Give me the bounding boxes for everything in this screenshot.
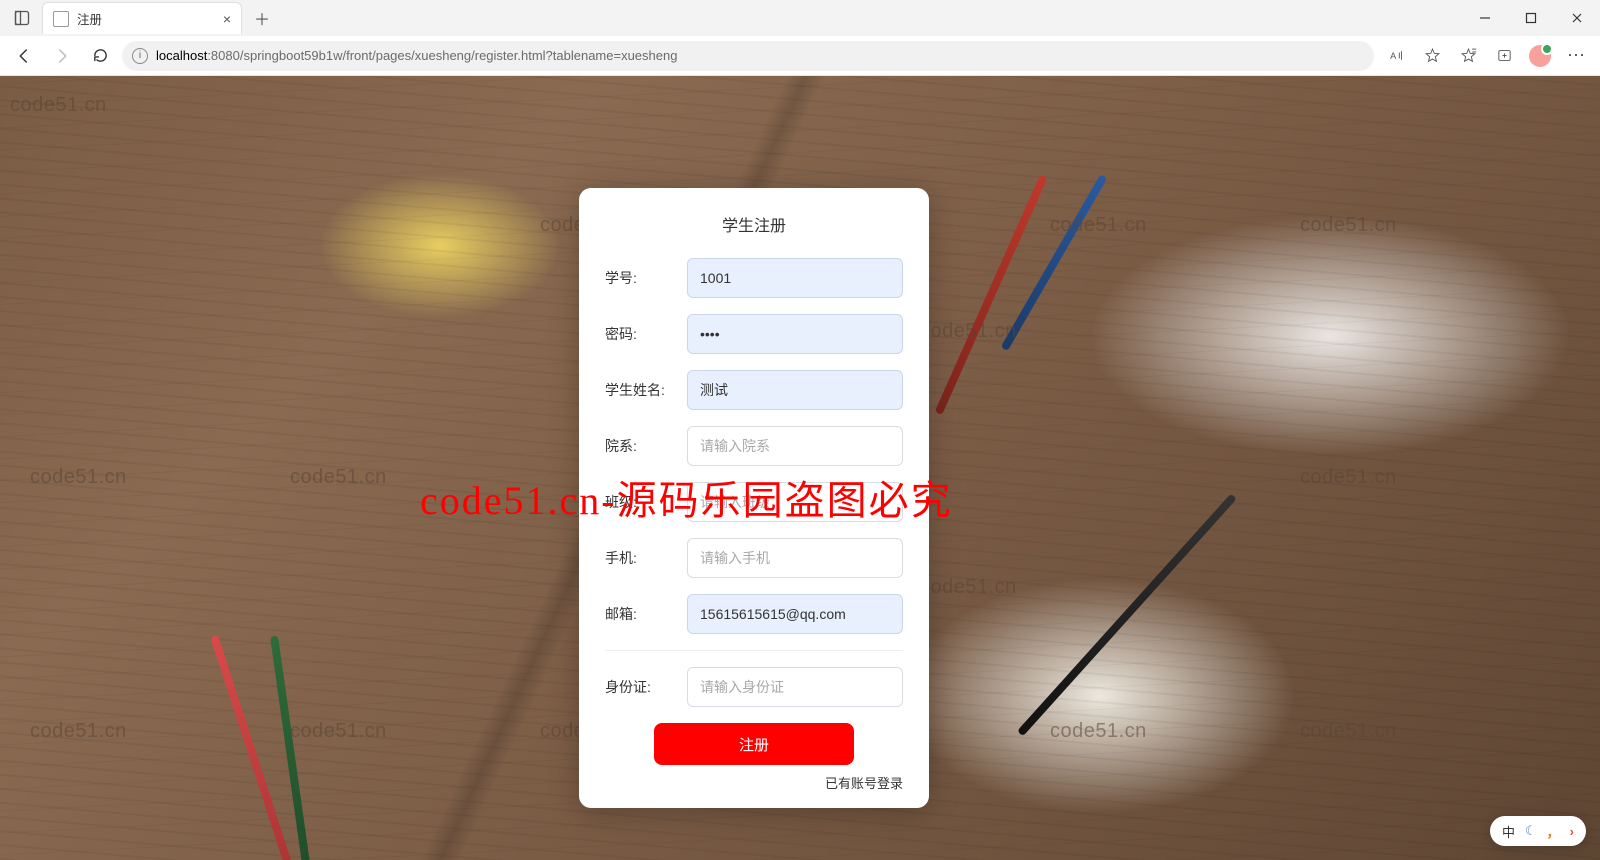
divider <box>605 650 903 651</box>
page-icon <box>53 11 69 27</box>
email-input[interactable] <box>687 594 903 634</box>
id-card-input[interactable] <box>687 667 903 707</box>
arrow-icon: › <box>1570 824 1574 839</box>
ime-lang: 中 <box>1502 822 1515 841</box>
comma-icon: ， <box>1547 822 1560 841</box>
student-id-label: 学号: <box>605 268 675 288</box>
window-controls <box>1462 0 1600 36</box>
close-window-button[interactable] <box>1554 0 1600 36</box>
register-button[interactable]: 注册 <box>654 723 854 765</box>
favorites-icon[interactable] <box>1452 40 1484 72</box>
browser-tab[interactable]: 注册 × <box>42 2 242 34</box>
address-bar: i localhost:8080/springboot59b1w/front/p… <box>0 36 1600 76</box>
back-button[interactable] <box>8 40 40 72</box>
student-id-input[interactable] <box>687 258 903 298</box>
collections-icon[interactable] <box>1488 40 1520 72</box>
large-watermark: code51.cn-源码乐园盗图必究 <box>420 468 953 526</box>
read-aloud-icon[interactable]: A <box>1380 40 1412 72</box>
more-icon[interactable]: ⋯ <box>1560 40 1592 72</box>
url-input[interactable]: i localhost:8080/springboot59b1w/front/p… <box>122 41 1374 71</box>
student-name-label: 学生姓名: <box>605 380 675 400</box>
phone-label: 手机: <box>605 548 675 568</box>
login-link[interactable]: 已有账号登录 <box>605 773 903 792</box>
refresh-button[interactable] <box>84 40 116 72</box>
email-label: 邮箱: <box>605 604 675 624</box>
close-tab-icon[interactable]: × <box>223 11 231 27</box>
card-title: 学生注册 <box>605 212 903 236</box>
page-viewport: code51.cn code51.cn code51.cn code51.cn … <box>0 76 1600 860</box>
url-text: localhost:8080/springboot59b1w/front/pag… <box>156 48 677 63</box>
password-label: 密码: <box>605 324 675 344</box>
browser-titlebar: 注册 × ＋ <box>0 0 1600 36</box>
tab-actions-icon[interactable] <box>8 4 36 32</box>
profile-avatar[interactable] <box>1524 40 1556 72</box>
moon-icon: ☾ <box>1525 823 1537 839</box>
minimize-button[interactable] <box>1462 0 1508 36</box>
tab-title: 注册 <box>77 9 102 28</box>
phone-input[interactable] <box>687 538 903 578</box>
department-label: 院系: <box>605 436 675 456</box>
new-tab-button[interactable]: ＋ <box>248 4 276 32</box>
ime-indicator[interactable]: 中 ☾ ， › <box>1490 816 1586 846</box>
id-card-label: 身份证: <box>605 677 675 697</box>
forward-button[interactable] <box>46 40 78 72</box>
password-input[interactable] <box>687 314 903 354</box>
maximize-button[interactable] <box>1508 0 1554 36</box>
star-icon[interactable] <box>1416 40 1448 72</box>
student-name-input[interactable] <box>687 370 903 410</box>
site-info-icon[interactable]: i <box>132 48 148 64</box>
svg-text:A: A <box>1390 51 1397 61</box>
department-input[interactable] <box>687 426 903 466</box>
